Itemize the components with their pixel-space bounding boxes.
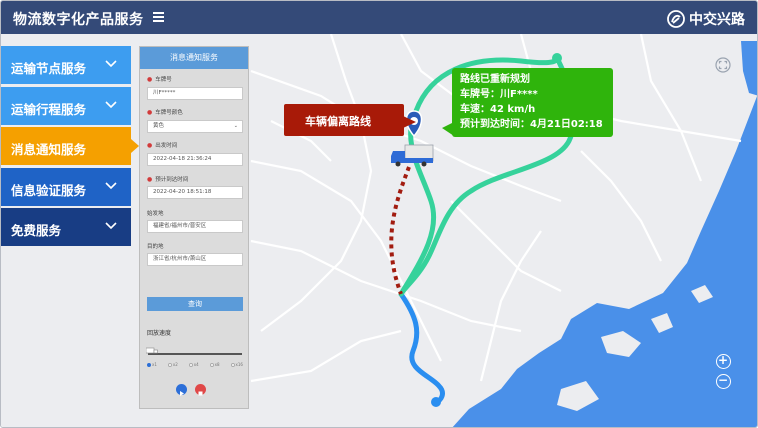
radio-icon: [188, 362, 193, 367]
play-icon: [180, 391, 184, 396]
active-pointer: [131, 139, 139, 153]
chevron-down-icon: [105, 60, 117, 68]
sidebar-item-label: 消息通知服务: [11, 142, 87, 157]
info-line-plate: 车牌号：川F****: [460, 89, 538, 100]
zoom-out-button[interactable]: −: [716, 373, 731, 389]
sidebar-item-label: 运输行程服务: [11, 101, 87, 117]
depart-time-input[interactable]: 2022-04-18 21:36:24: [147, 153, 243, 166]
notification-form-panel: 消息通知服务 ● 车牌号 川F***** ● 车牌号颜色 黄色 ⌄ ● 出发时间 20…: [139, 46, 249, 409]
destination-input[interactable]: 浙江省/杭州市/萧山区: [147, 253, 243, 266]
sidebar-item-transport-trip[interactable]: 运输行程服务: [1, 86, 131, 125]
deviation-callout: 车辆偏离路线: [284, 104, 416, 136]
speed-options: x1 x2 x4 x8 x16: [147, 362, 243, 367]
required-dot-icon: ●: [147, 76, 153, 83]
fullscreen-icon: [715, 57, 731, 73]
deviation-callout-pointer: [403, 116, 416, 128]
panel-title: 消息通知服务: [140, 47, 248, 69]
depart-time-label: ● 出发时间: [147, 142, 178, 149]
route-info-callout-pointer: [442, 122, 454, 136]
brand-logo-icon: [667, 10, 685, 28]
play-button[interactable]: [176, 384, 187, 396]
plate-input[interactable]: 川F*****: [147, 87, 243, 100]
sidebar-item-label: 免费服务: [11, 223, 62, 238]
minus-icon: −: [717, 373, 729, 387]
sidebar-item-message-notification[interactable]: 消息通知服务: [1, 127, 139, 165]
required-dot-icon: ●: [147, 142, 153, 149]
route-end-dot: [431, 397, 441, 407]
playback-speed-label: 回放速度: [147, 330, 172, 337]
radio-icon: [147, 362, 151, 367]
plus-icon: +: [717, 353, 729, 367]
info-line-speed: 车速：42 km/h: [460, 104, 536, 115]
app-title: 物流数字化产品服务: [13, 12, 144, 28]
radio-icon: [230, 362, 235, 367]
playback-slider[interactable]: [148, 353, 242, 355]
route-start-dot: [552, 53, 562, 63]
brand-logo-text: 中交兴路: [689, 12, 745, 28]
zoom-in-button[interactable]: +: [716, 353, 731, 369]
info-line-replanned: 路线已重新规划: [460, 74, 530, 85]
sidebar-item-info-verification[interactable]: 信息验证服务: [1, 167, 131, 206]
radio-icon: [209, 362, 214, 367]
chevron-down-icon: [105, 181, 117, 189]
arrive-time-label: ● 预计到达时间: [147, 176, 189, 183]
sidebar-item-label: 运输节点服务: [11, 61, 87, 76]
fullscreen-button[interactable]: [715, 57, 731, 73]
speed-option[interactable]: x2: [167, 362, 178, 367]
slider-truck-icon[interactable]: [146, 347, 158, 355]
arrive-time-input[interactable]: 2022-04-20 18:51:18: [147, 186, 243, 199]
sidebar-item-label: 信息验证服务: [11, 182, 87, 198]
info-line-eta: 预计到达时间：4月21日02:18: [460, 119, 603, 130]
sidebar-item-free-service[interactable]: 免费服务: [1, 208, 131, 246]
sidebar-item-transport-node[interactable]: 运输节点服务: [1, 46, 131, 84]
app-header: 物流数字化产品服务 中交兴路: [1, 1, 757, 34]
plate-label: ● 车牌号: [147, 76, 172, 83]
destination-label: 目的地: [147, 244, 164, 250]
stop-button[interactable]: [195, 384, 206, 396]
chevron-down-icon: [105, 222, 117, 230]
speed-option[interactable]: x16: [230, 362, 243, 367]
stop-icon: [198, 391, 203, 396]
radio-icon: [167, 362, 172, 367]
chevron-down-icon: ⌄: [233, 123, 238, 129]
origin-label: 始发地: [147, 211, 164, 217]
service-sidebar: 运输节点服务 运输行程服务 消息通知服务 信息验证服务 免费服务: [1, 46, 139, 249]
speed-option[interactable]: x8: [209, 362, 220, 367]
deviation-callout-text: 车辆偏离路线: [305, 115, 371, 128]
chevron-down-icon: [105, 100, 117, 108]
speed-option[interactable]: x4: [188, 362, 199, 367]
plate-color-label: ● 车牌号颜色: [147, 109, 183, 116]
menu-toggle-button[interactable]: [151, 10, 167, 24]
origin-input[interactable]: 福建省/福州市/晋安区: [147, 220, 243, 233]
route-info-callout: 路线已重新规划 车牌号：川F**** 车速：42 km/h 预计到达时间：4月2…: [442, 68, 613, 137]
app-window: 车辆偏离路线 路线已重新规划 车牌号：川F**** 车速：42 km/h 预计到…: [0, 0, 758, 428]
plate-color-select[interactable]: 黄色 ⌄: [147, 120, 243, 133]
query-button[interactable]: 查询: [147, 297, 243, 311]
required-dot-icon: ●: [147, 109, 153, 116]
required-dot-icon: ●: [147, 176, 153, 183]
plate-color-value: 黄色: [153, 123, 165, 129]
speed-option[interactable]: x1: [147, 362, 157, 367]
brand-logo: 中交兴路: [667, 9, 745, 29]
